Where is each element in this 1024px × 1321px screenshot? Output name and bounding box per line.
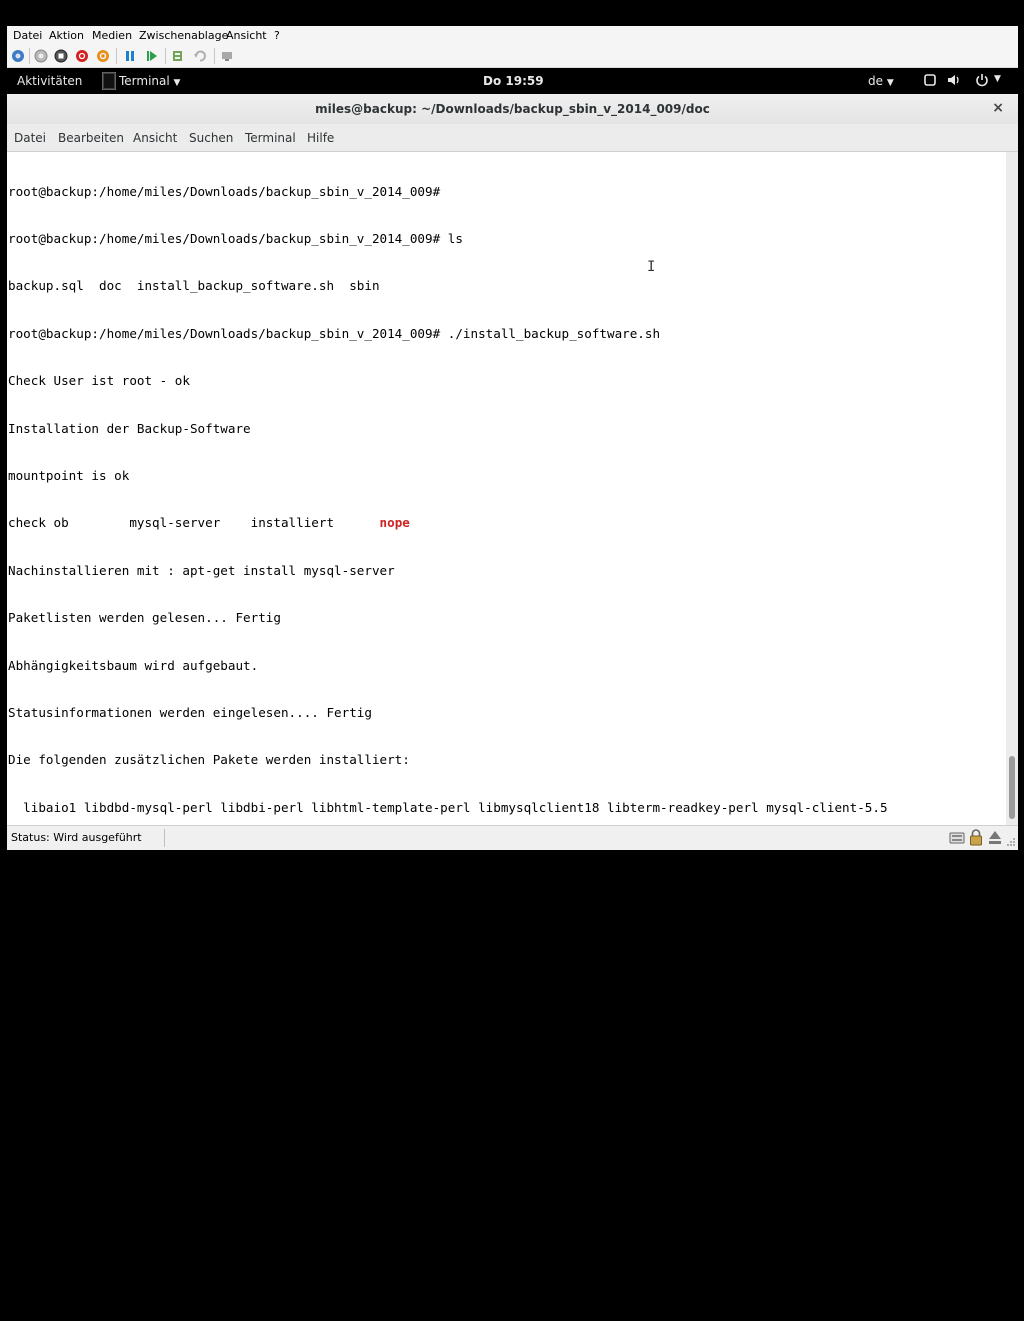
terminal-line: Nachinstallieren mit : apt-get install m… (8, 562, 395, 578)
toolbar-separator (29, 48, 30, 64)
chevron-down-icon: ▼ (886, 78, 894, 88)
terminal-scrollbar[interactable] (1006, 152, 1018, 825)
check-status-nope: nope (379, 515, 410, 531)
window-title: miles@backup: ~/Downloads/backup_sbin_v_… (315, 102, 710, 116)
prompt-text: Möchten Sie fortfahren? [J/n] (8, 1273, 236, 1289)
terminal-line: Installation der Backup-Software (8, 420, 251, 436)
terminal-line: root@backup:/home/miles/Downloads/backup… (8, 230, 463, 246)
terminal-line: root@backup:/home/miles/Downloads/backup… (8, 325, 661, 341)
menu-hilfe[interactable]: Hilfe (307, 131, 334, 145)
status-separator (164, 829, 165, 847)
vm-menubar: Datei Aktion Medien Zwischenablage Ansic… (7, 26, 1018, 45)
chevron-down-icon: ▼ (173, 78, 181, 88)
terminal-line: Paketlisten werden gelesen... Fertig (8, 610, 281, 626)
terminal-line: Abhängigkeitsbaum wird aufgebaut. (8, 657, 259, 673)
vm-menu-ansicht[interactable]: Ansicht (226, 29, 267, 42)
start-icon[interactable] (34, 49, 48, 63)
vm-toolbar (7, 45, 1018, 68)
terminal-line: Check User ist root - ok (8, 373, 190, 389)
menu-datei[interactable]: Datei (14, 131, 46, 145)
vm-menu-zwischenablage[interactable]: Zwischenablage (139, 29, 228, 42)
terminal-menubar: Datei Bearbeiten Ansicht Suchen Terminal… (7, 124, 1018, 152)
eject-icon (989, 831, 1001, 844)
gnome-top-bar: Aktivitäten Terminal ▼ Do 19:59 de ▼ ▼ (7, 68, 1018, 94)
terminal-line: libaio1 libdbd-mysql-perl libdbi-perl li… (8, 1036, 888, 1052)
terminal-line: mountpoint is ok (8, 467, 130, 483)
vm-menu-aktion[interactable]: Aktion (49, 29, 84, 42)
activities-button[interactable]: Aktivitäten (17, 74, 82, 88)
menu-suchen[interactable]: Suchen (189, 131, 233, 145)
toolbar-separator (165, 48, 166, 64)
ctrl-alt-del-icon[interactable] (11, 49, 25, 63)
terminal-output[interactable]: root@backup:/home/miles/Downloads/backup… (7, 152, 1006, 1289)
reset-icon[interactable] (145, 49, 159, 63)
enhanced-session-icon[interactable] (220, 49, 234, 63)
terminal-cursor (235, 1274, 244, 1288)
turn-off-icon[interactable] (54, 49, 68, 63)
keyboard-layout-indicator[interactable]: de ▼ (868, 74, 894, 88)
terminal-line: libclone-perl libmldbm-perl libnet-daemo… (8, 941, 774, 957)
shut-down-icon[interactable] (75, 49, 89, 63)
toolbar-separator (116, 48, 117, 64)
terminal-line: Statusinformationen werden eingelesen...… (8, 704, 372, 720)
text-cursor-icon: I (647, 259, 656, 275)
terminal-line: Vorgeschlagene Pakete: (8, 894, 175, 910)
terminal-line: Die folgenden zusätzlichen Pakete werden… (8, 752, 410, 768)
app-menu-terminal[interactable]: Terminal ▼ (119, 74, 180, 88)
pause-icon[interactable] (123, 49, 137, 63)
close-icon[interactable]: × (992, 100, 1004, 116)
check-line-text: check ob mysql-server installiert (8, 515, 380, 531)
terminal-app-icon (102, 72, 116, 90)
lock-icon (970, 829, 982, 846)
terminal-line-check: check ob mysql-server installiert nope (8, 515, 888, 531)
clock[interactable]: Do 19:59 (483, 74, 544, 88)
volume-icon[interactable] (947, 73, 961, 87)
terminal-titlebar[interactable]: miles@backup: ~/Downloads/backup_sbin_v_… (7, 94, 1018, 124)
vm-menu-medien[interactable]: Medien (92, 29, 132, 42)
terminal-window: miles@backup: ~/Downloads/backup_sbin_v_… (7, 94, 1018, 1289)
vm-menu-help[interactable]: ? (274, 29, 280, 42)
terminal-line: backup.sql doc install_backup_software.s… (8, 278, 380, 294)
terminal-line: Die folgenden NEUEN Pakete werden instal… (8, 989, 357, 1005)
vm-status-text: Status: Wird ausgeführt (11, 831, 142, 844)
save-state-icon[interactable] (96, 49, 110, 63)
app-menu-label: Terminal (119, 74, 170, 88)
terminal-line: mysql-common mysql-server mysql-server-5… (8, 1084, 509, 1100)
menu-bearbeiten[interactable]: Bearbeiten (58, 131, 124, 145)
terminal-line: Es müssen noch 8.666 kB von 8.676 kB an … (8, 1178, 554, 1194)
window-status-icon[interactable] (924, 74, 936, 86)
hyperv-vm-window: Datei Aktion Medien Zwischenablage Ansic… (7, 26, 1018, 1289)
terminal-line: 0 aktualisiert, 11 neu installiert, 0 zu… (8, 1131, 585, 1147)
checkpoint-icon[interactable] (171, 49, 185, 63)
chevron-down-icon[interactable]: ▼ (994, 74, 1001, 84)
toolbar-separator (214, 48, 215, 64)
vm-menu-datei[interactable]: Datei (13, 29, 42, 42)
vm-statusbar: Status: Wird ausgeführt (7, 825, 1018, 850)
menu-terminal[interactable]: Terminal (245, 131, 296, 145)
terminal-text: root@backup:/home/miles/Downloads/backup… (8, 152, 888, 1321)
terminal-line: root@backup:/home/miles/Downloads/backup… (8, 183, 441, 199)
revert-icon[interactable] (193, 49, 207, 63)
scrollbar-thumb[interactable] (1009, 756, 1015, 819)
menu-ansicht[interactable]: Ansicht (133, 131, 177, 145)
power-icon[interactable] (975, 73, 989, 87)
terminal-prompt-line: Möchten Sie fortfahren? [J/n] (8, 1274, 888, 1290)
resize-grip-icon[interactable] (1005, 836, 1016, 847)
terminal-line: Nach dieser Operation werden 95,8 MB Pla… (8, 1226, 532, 1242)
keyboard-layout-label: de (868, 74, 883, 88)
keyboard-icon (949, 832, 965, 844)
terminal-line: libaio1 libdbd-mysql-perl libdbi-perl li… (8, 799, 888, 815)
